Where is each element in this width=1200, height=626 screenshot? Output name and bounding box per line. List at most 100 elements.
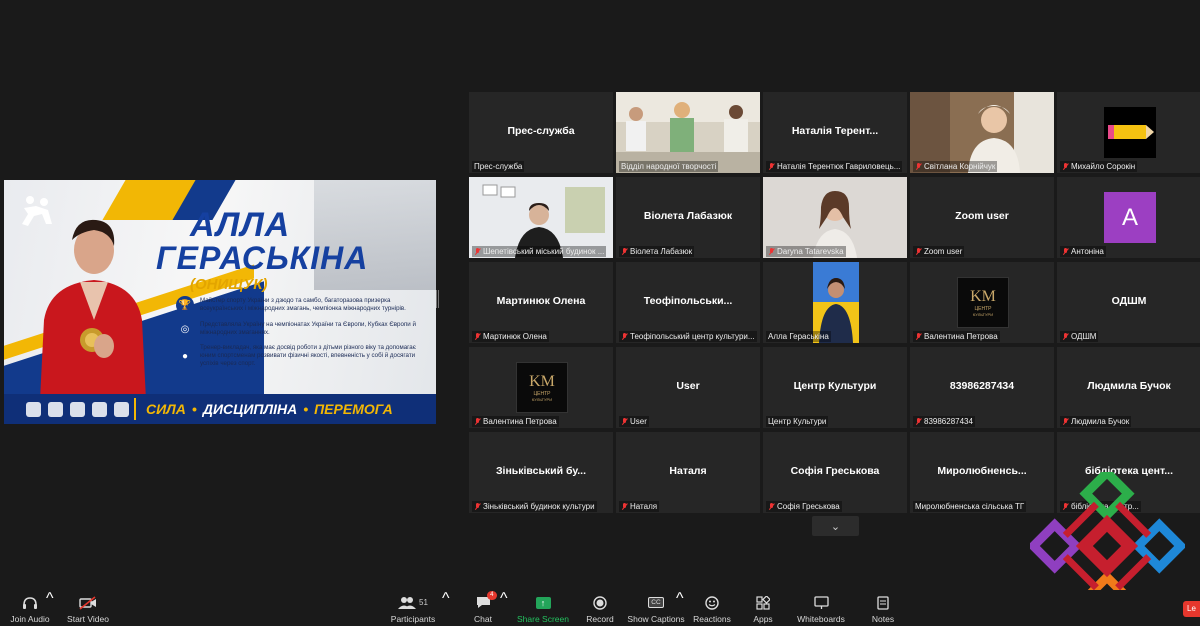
participant-name-text: Алла Гераськіна bbox=[768, 332, 829, 341]
headphones-icon bbox=[23, 596, 37, 609]
audio-options-caret[interactable]: ^ bbox=[46, 590, 54, 608]
participant-tile[interactable]: Зіньківський бу... Зіньківський будинок к… bbox=[469, 432, 613, 513]
participant-tile[interactable]: Прес-служба Прес-служба bbox=[469, 92, 613, 173]
participant-name-label: Наталія Терентюк Гавриловець... bbox=[766, 161, 903, 172]
participant-name-text: Валентина Петрова bbox=[924, 332, 998, 341]
participants-icon bbox=[398, 597, 417, 609]
start-video-button[interactable]: Start Video bbox=[66, 590, 110, 626]
gallery-next-page-button[interactable]: ⌄ bbox=[812, 516, 859, 536]
participant-tile[interactable]: Наталя Наталя bbox=[616, 432, 760, 513]
participant-name-label: Софія Греськова bbox=[766, 501, 842, 512]
participant-display-name: Софія Греськова bbox=[790, 465, 880, 477]
chat-label: Chat bbox=[474, 614, 492, 624]
mic-muted-icon bbox=[474, 417, 481, 426]
notes-label: Notes bbox=[871, 614, 895, 624]
participant-tile[interactable]: Людмила Бучок Людмила Бучок bbox=[1057, 347, 1200, 428]
chat-button[interactable]: 4 Chat bbox=[468, 590, 498, 626]
slide-fact-text: Представляла Україну на чемпіонатах Укра… bbox=[200, 321, 416, 336]
avatar-logo-text: КУЛЬТУРИ bbox=[531, 397, 553, 402]
mic-muted-icon bbox=[915, 162, 922, 171]
record-button[interactable]: Record bbox=[584, 590, 616, 626]
leave-button[interactable]: Le bbox=[1183, 601, 1200, 617]
participant-tile[interactable]: Світлана Корнійчук bbox=[910, 92, 1054, 173]
participant-name-label: Віолета Лабазюк bbox=[619, 246, 695, 257]
participant-display-name: Наталія Терент... bbox=[791, 125, 879, 137]
participant-display-name: 83986287434 bbox=[949, 380, 1015, 392]
video-off-icon bbox=[79, 595, 96, 610]
whiteboards-button[interactable]: Whiteboards bbox=[796, 590, 846, 626]
mic-muted-icon bbox=[621, 332, 628, 341]
participants-options-caret[interactable]: ^ bbox=[442, 590, 450, 608]
participant-tile[interactable]: KM ЦЕНТР КУЛЬТУРИ Валентина Петрова bbox=[910, 262, 1054, 343]
participant-tile[interactable]: Віолета Лабазюк Віолета Лабазюк bbox=[616, 177, 760, 258]
participant-name-label: Антоніна bbox=[1060, 246, 1106, 257]
share-screen-icon: ↑ bbox=[535, 596, 551, 609]
participant-name-text: Людмила Бучок bbox=[1071, 417, 1130, 426]
trophy-icon: 🏆 bbox=[176, 296, 194, 314]
participant-tile[interactable]: Відділ народної творчості bbox=[616, 92, 760, 173]
participant-tile[interactable]: Алла Гераськіна bbox=[763, 262, 907, 343]
participant-name-text: Наталя bbox=[630, 502, 658, 511]
participant-tile[interactable]: Теофіпольськи... Теофіпольський центр кул… bbox=[616, 262, 760, 343]
athlete-photo bbox=[40, 219, 146, 400]
participant-tile[interactable]: Софія Греськова Софія Греськова bbox=[763, 432, 907, 513]
participant-display-name: Теофіпольськи... bbox=[643, 295, 733, 307]
apps-icon bbox=[756, 595, 770, 610]
slide-fact: ● Тренер-викладач, яка має досвід роботи… bbox=[176, 344, 428, 368]
slide-fact: 🏆 Майстер спорту України з дзюдо та самб… bbox=[176, 296, 428, 314]
avatar: A bbox=[1104, 192, 1156, 243]
participant-tile[interactable]: A Антоніна bbox=[1057, 177, 1200, 258]
participants-button[interactable]: 51 Participants bbox=[390, 590, 436, 626]
motto-word: ДИСЦИПЛІНА bbox=[202, 401, 298, 417]
participant-name-text: 83986287434 bbox=[924, 417, 973, 426]
chat-options-caret[interactable]: ^ bbox=[500, 590, 508, 608]
participant-name-text: Валентина Петрова bbox=[483, 417, 557, 426]
participant-tile[interactable]: Мартинюк Олена Мартинюк Олена bbox=[469, 262, 613, 343]
chat-unread-badge: 4 bbox=[487, 591, 497, 600]
mic-muted-icon bbox=[1062, 247, 1069, 256]
share-screen-button[interactable]: ↑ Share Screen bbox=[517, 590, 569, 626]
participant-tile[interactable]: Zoom user Zoom user bbox=[910, 177, 1054, 258]
participant-tile[interactable]: ОДШМ ОДШМ bbox=[1057, 262, 1200, 343]
mic-muted-icon bbox=[915, 247, 922, 256]
mic-muted-icon bbox=[768, 502, 775, 511]
chevron-down-icon: ⌄ bbox=[830, 520, 841, 533]
participant-name-label: Мартинюк Олена bbox=[472, 331, 549, 342]
participant-tile[interactable]: 83986287434 83986287434 bbox=[910, 347, 1054, 428]
mic-muted-icon bbox=[915, 417, 922, 426]
participant-name-label: ОДШМ bbox=[1060, 331, 1099, 342]
slide-fact: ◎ Представляла Україну на чемпіонатах Ук… bbox=[176, 320, 428, 338]
mic-muted-icon bbox=[1062, 162, 1069, 171]
judo-pictogram-icon bbox=[48, 401, 63, 417]
participant-tile[interactable]: Шепетівський міський будинок ... bbox=[469, 177, 613, 258]
participant-gallery: Прес-служба Прес-служба Відділ народної тв… bbox=[469, 92, 1200, 513]
participant-name-text: Миролюбненська сільська ТГ bbox=[915, 502, 1025, 511]
judo-pictogram-icon bbox=[26, 401, 41, 417]
apps-button[interactable]: Apps bbox=[750, 590, 776, 626]
participant-tile[interactable]: Михайло Сорокін bbox=[1057, 92, 1200, 173]
judo-pictogram-icon bbox=[70, 401, 85, 417]
participant-name-label: Центр Культури bbox=[766, 416, 829, 427]
participant-tile[interactable]: User User bbox=[616, 347, 760, 428]
participant-name-text: Мартинюк Олена bbox=[483, 332, 547, 341]
mic-muted-icon bbox=[474, 502, 481, 511]
motto-dot: • bbox=[191, 401, 197, 417]
reactions-label: Reactions bbox=[693, 614, 731, 624]
participant-tile[interactable]: Daryna Tatarevska bbox=[763, 177, 907, 258]
participant-tile[interactable]: KM ЦЕНТР КУЛЬТУРИ Валентина Петрова bbox=[469, 347, 613, 428]
reactions-button[interactable]: Reactions bbox=[692, 590, 732, 626]
participant-tile[interactable]: Наталія Терент... Наталія Терентюк Гаврил… bbox=[763, 92, 907, 173]
participant-tile[interactable]: Центр Культури Центр Культури bbox=[763, 347, 907, 428]
participant-name-label: Валентина Петрова bbox=[913, 331, 1000, 342]
participant-name-label: Теофіпольський центр культури... bbox=[619, 331, 757, 342]
captions-icon: CC bbox=[648, 597, 664, 608]
split-view-resize-handle[interactable] bbox=[436, 290, 439, 308]
smiley-icon bbox=[705, 595, 719, 610]
motto-word: СИЛА bbox=[146, 401, 186, 417]
slide-name-last: ГЕРАСЬКІНА bbox=[156, 240, 369, 276]
captions-options-caret[interactable]: ^ bbox=[676, 590, 684, 608]
participant-name-text: Відділ народної творчості bbox=[621, 162, 717, 171]
notes-button[interactable]: Notes bbox=[868, 590, 898, 626]
whiteboards-label: Whiteboards bbox=[797, 614, 845, 624]
participant-name-label: Daryna Tatarevska bbox=[766, 246, 846, 257]
